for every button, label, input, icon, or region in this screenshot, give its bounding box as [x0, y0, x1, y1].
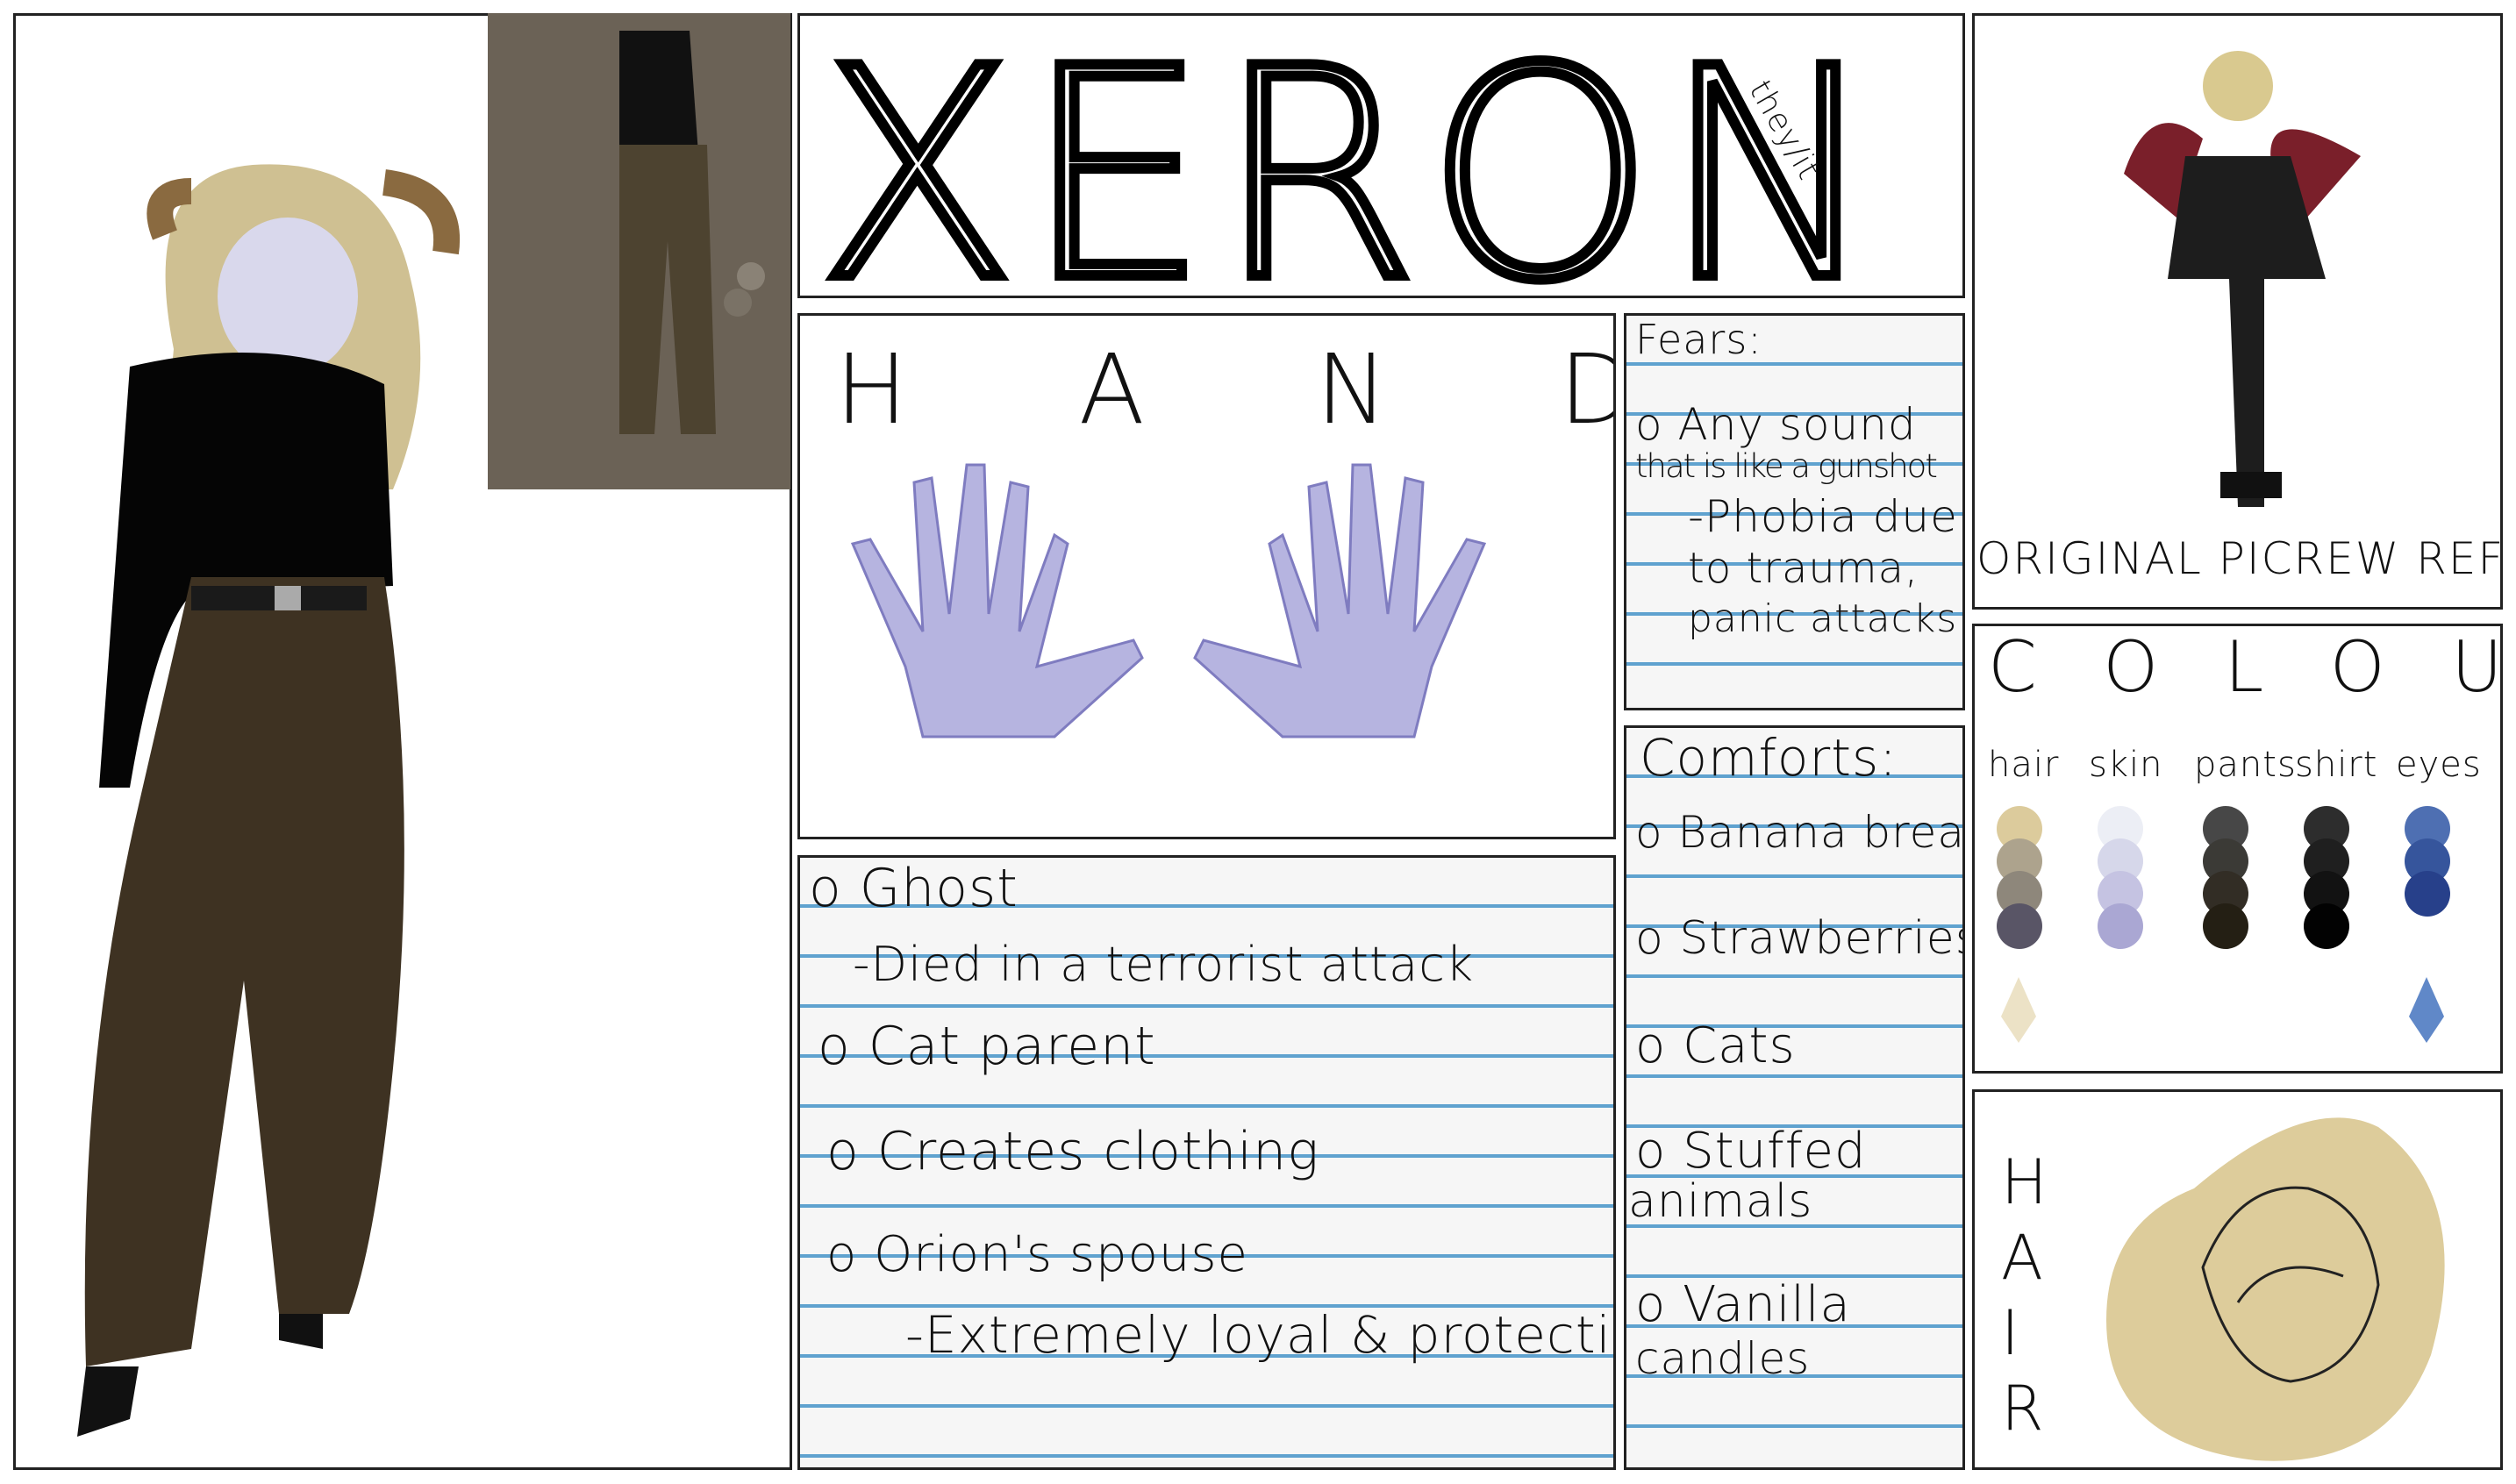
- colour-group-label: eyes: [2396, 745, 2482, 785]
- bio-item: o Creates clothing: [826, 1121, 1320, 1182]
- picrew-panel: ORIGINAL PICREW REF.: [1972, 13, 2503, 610]
- reference-photo: [488, 13, 790, 489]
- highlight-swatch: [2001, 977, 2036, 1043]
- character-name: XERON: [812, 13, 1889, 298]
- comforts-heading: Comforts:: [1640, 728, 1898, 788]
- bio-item: o Ghost: [809, 858, 1019, 919]
- colour-group-label: skin: [2089, 745, 2163, 785]
- colour-group-label: pants: [2194, 745, 2297, 785]
- bio-panel: o Ghost -Died in a terrorist attack o Ca…: [797, 855, 1616, 1470]
- comforts-item: o Banana bread: [1635, 807, 1965, 858]
- colours-heading: C O L O U R S: [1988, 626, 2500, 708]
- hair-sketch: [2106, 1117, 2445, 1461]
- colour-group-label: shirt: [2295, 745, 2378, 785]
- fears-heading: Fears:: [1635, 316, 1762, 363]
- photo-drawing: [488, 13, 790, 489]
- fears-panel: Fears: o Any sound that is like a gunsho…: [1624, 313, 1965, 710]
- bio-item: -Extremely loyal & protective: [905, 1305, 1616, 1365]
- comforts-item: animals: [1628, 1175, 1813, 1228]
- fears-line: o Any sound: [1635, 399, 1917, 450]
- comforts-panel: Comforts: o Banana bread o Strawberries …: [1624, 725, 1965, 1470]
- bio-item: o Cat parent: [818, 1016, 1156, 1077]
- title-panel: XERON they/it: [797, 13, 1965, 298]
- colour-swatch: [2304, 903, 2349, 949]
- colour-group-label: hair: [1988, 745, 2060, 785]
- comforts-item: o Strawberries: [1635, 912, 1965, 965]
- comforts-item: candles: [1635, 1333, 1811, 1384]
- fears-line: -Phobia due: [1688, 491, 1958, 542]
- hands-drawing: [850, 463, 1487, 738]
- hair-panel: HAIR: [1972, 1089, 2503, 1470]
- comforts-item: o Vanilla: [1635, 1276, 1851, 1333]
- bio-item: o Orion's spouse: [826, 1226, 1248, 1283]
- comforts-item: o Stuffed: [1635, 1123, 1867, 1180]
- colours-panel: C O L O U R S hair skin pantsshirt eyes: [1972, 624, 2503, 1074]
- fears-line: that is like a gunshot: [1635, 447, 1938, 485]
- picrew-label: ORIGINAL PICREW REF.: [1976, 533, 2503, 584]
- hands-panel: H A N D S: [797, 313, 1616, 839]
- colour-swatch: [1997, 903, 2042, 949]
- picrew-drawing: [2124, 51, 2361, 507]
- colour-swatch: [2098, 903, 2143, 949]
- bio-item: -Died in a terrorist attack: [853, 937, 1475, 992]
- colour-swatch: [2405, 871, 2450, 917]
- comforts-item: o Cats: [1635, 1017, 1796, 1074]
- colour-swatch: [2203, 903, 2248, 949]
- fears-line: panic attacks: [1688, 596, 1958, 641]
- fears-line: to trauma,: [1688, 544, 1919, 593]
- highlight-swatch: [2409, 977, 2444, 1043]
